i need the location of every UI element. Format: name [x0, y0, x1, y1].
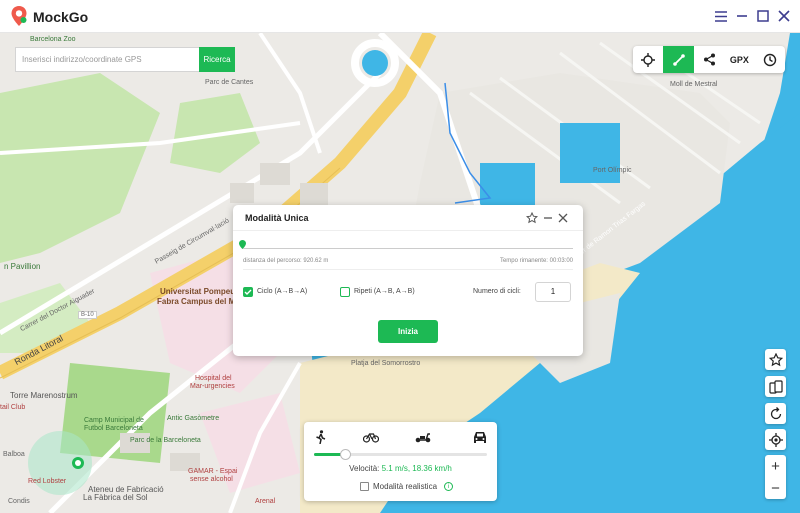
reset-button[interactable]	[765, 403, 786, 424]
map-label: n Pavillion	[4, 262, 41, 271]
locate-icon	[768, 432, 783, 447]
search-input[interactable]: Inserisci indirizzo/coordinate GPS	[15, 47, 199, 72]
map-label: La Fàbrica del Sol	[83, 493, 148, 502]
share-button[interactable]	[694, 46, 724, 73]
app-title: MockGo	[33, 9, 89, 25]
bicycle-icon	[363, 433, 379, 443]
close-dialog-icon[interactable]	[556, 211, 570, 225]
map-label: Mar-urgencies	[190, 383, 235, 390]
speed-label: Velocità:	[349, 464, 380, 473]
scooter-icon	[415, 433, 431, 443]
map-label: tail Club	[0, 404, 26, 411]
speed-panel: Velocità: 5.1 m/s, 18.36 km/h Modalità r…	[304, 422, 497, 501]
cycles-label: Numero di cicli:	[473, 288, 521, 295]
minimize-dialog-icon[interactable]	[541, 211, 555, 225]
car-mode-button[interactable]	[471, 429, 489, 445]
map-label: Platja del Somorrostro	[351, 360, 421, 367]
repeat-option-label: Ripeti (A→B, A→B)	[354, 288, 415, 295]
dialog-divider	[243, 269, 573, 270]
map-label: Arenal	[255, 498, 276, 505]
zoom-in-button[interactable]: +	[765, 455, 786, 477]
minimize-icon[interactable]	[732, 6, 752, 26]
maximize-icon[interactable]	[753, 6, 773, 26]
map-label: GAMAR - Espai	[188, 468, 238, 475]
speed-slider-handle[interactable]	[340, 449, 352, 460]
speed-readout: Velocità: 5.1 m/s, 18.36 km/h	[304, 464, 497, 473]
map-label: B-10	[78, 311, 97, 319]
cycle-checkbox[interactable]	[243, 287, 253, 297]
route-progress-track	[243, 248, 573, 249]
map-label: Camp Municipal de	[84, 417, 144, 424]
checkmark-icon	[244, 289, 252, 295]
route-icon	[672, 53, 685, 66]
close-icon[interactable]	[774, 6, 794, 26]
map-label: Futbol Barceloneta	[84, 425, 143, 432]
map-label: Balboa	[3, 451, 25, 458]
speed-value: 5.1 m/s, 18.36 km/h	[381, 464, 452, 473]
devices-icon	[768, 379, 783, 394]
map-label: Torre Marenostrum	[10, 391, 78, 400]
cycles-input[interactable]: 1	[535, 282, 571, 302]
map-label: Red Lobster	[28, 478, 67, 485]
remaining-time: Tempo rimanente: 00:03:00	[499, 258, 573, 264]
map-label: Universitat Pompeu	[160, 287, 236, 296]
favorite-star-icon[interactable]	[525, 211, 539, 225]
gpx-button[interactable]: GPX	[724, 46, 754, 73]
route-mode-button[interactable]	[663, 46, 694, 73]
route-settings-dialog: Modalità Unica distanza del percorso: 92…	[233, 205, 583, 356]
map-label: Antic Gasòmetre	[167, 415, 220, 422]
route-distance: distanza del percorso: 920.62 m	[243, 258, 329, 264]
info-icon[interactable]: i	[444, 482, 454, 491]
app-logo	[11, 6, 27, 26]
map-label: Barcelona Zoo	[30, 36, 76, 43]
title-bar: MockGo	[0, 0, 800, 33]
map-label: Moll de Mestral	[670, 81, 718, 88]
search-button[interactable]: Ricerca	[199, 47, 235, 72]
zoom-controls: + −	[765, 455, 786, 499]
scooter-mode-button[interactable]	[414, 429, 432, 445]
map-label: Fabra Campus del Mar	[157, 297, 243, 306]
share-icon	[703, 53, 715, 66]
realistic-mode-checkbox[interactable]	[360, 482, 369, 491]
start-button[interactable]: Inizia	[378, 320, 438, 343]
map-label: Parc de la Barceloneta	[130, 437, 201, 444]
walk-mode-button[interactable]	[312, 429, 330, 445]
cycle-option-label: Ciclo (A→B→A)	[257, 288, 308, 295]
devices-button[interactable]	[765, 376, 786, 397]
zoom-out-button[interactable]: −	[765, 477, 786, 499]
car-icon	[474, 431, 486, 443]
locate-me-button[interactable]	[765, 429, 786, 450]
star-icon	[768, 352, 783, 366]
map-toolbar: GPX	[633, 46, 785, 73]
dialog-title: Modalità Unica	[245, 213, 309, 223]
refresh-icon	[770, 406, 781, 419]
clock-icon	[763, 53, 777, 66]
walking-icon	[316, 430, 326, 444]
realistic-mode-row: Modalità realistica i	[360, 482, 454, 491]
realistic-mode-label: Modalità realistica	[373, 482, 438, 491]
teleport-mode-button[interactable]	[633, 46, 663, 73]
map-label: Parc de Cantes	[205, 79, 254, 86]
map-label: Condis	[8, 498, 30, 505]
menu-icon[interactable]	[711, 6, 731, 26]
map-label: Hospital del	[195, 375, 232, 382]
dialog-header-divider	[233, 230, 583, 231]
park-ciutadella	[0, 73, 160, 263]
history-button[interactable]	[755, 46, 785, 73]
map-label: sense alcohol	[190, 476, 233, 483]
crosshair-icon	[641, 52, 656, 67]
favorites-button[interactable]	[765, 349, 786, 370]
repeat-checkbox[interactable]	[340, 287, 350, 297]
map-label: Port Olímpic	[593, 167, 632, 174]
bike-mode-button[interactable]	[362, 429, 380, 445]
